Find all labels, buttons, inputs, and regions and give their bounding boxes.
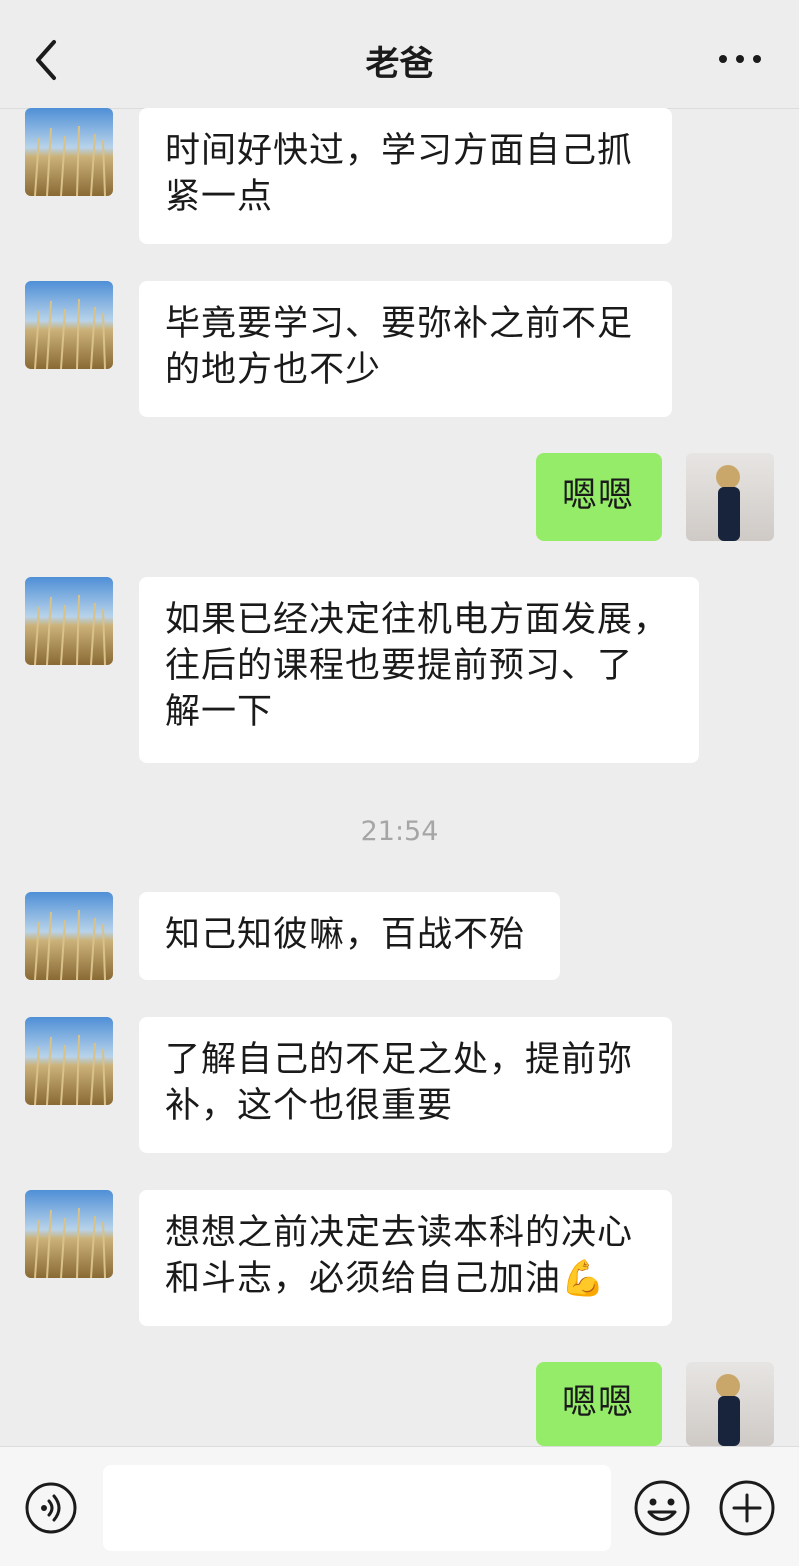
top-bar: 老爸: [0, 0, 799, 109]
avatar-father[interactable]: [25, 577, 113, 665]
more-dots-icon[interactable]: [716, 52, 764, 66]
message-bubble[interactable]: 知己知彼嘛，百战不殆: [139, 892, 560, 980]
message-line: 往后的课程也要提前预习、了: [165, 646, 634, 686]
message-line: 嗯嗯: [562, 1383, 635, 1423]
avatar-me[interactable]: [686, 453, 774, 541]
message-bubble[interactable]: 时间好快过，学习方面自己抓 紧一点: [139, 108, 672, 244]
message-line: 紧一点: [165, 177, 274, 217]
message-line: 嗯嗯: [562, 476, 635, 516]
message-line: 了解自己的不足之处，提前弥: [165, 1040, 634, 1080]
voice-icon[interactable]: [24, 1481, 78, 1535]
plus-icon[interactable]: [718, 1479, 776, 1537]
avatar-father[interactable]: [25, 108, 113, 196]
avatar-father[interactable]: [25, 1190, 113, 1278]
message-bubble-mine[interactable]: 嗯嗯: [536, 1362, 662, 1446]
message-bubble[interactable]: 如果已经决定往机电方面发展， 往后的课程也要提前预习、了 解一下: [139, 577, 699, 763]
timestamp: 21:54: [360, 816, 439, 847]
avatar-father[interactable]: [25, 281, 113, 369]
message-line: 毕竟要学习、要弥补之前不足: [165, 304, 634, 344]
avatar-father[interactable]: [25, 892, 113, 980]
message-line: 和斗志，必须给自己加油💪: [165, 1259, 606, 1299]
message-bubble[interactable]: 毕竟要学习、要弥补之前不足 的地方也不少: [139, 281, 672, 417]
message-line: 如果已经决定往机电方面发展，: [165, 600, 670, 640]
emoji-icon[interactable]: [633, 1479, 691, 1537]
message-line: 的地方也不少: [165, 350, 382, 390]
message-line: 知己知彼嘛，百战不殆: [165, 915, 526, 955]
message-bubble[interactable]: 了解自己的不足之处，提前弥 补，这个也很重要: [139, 1017, 672, 1153]
message-line: 解一下: [165, 692, 274, 732]
message-input[interactable]: [103, 1465, 611, 1551]
chat-title: 老爸: [365, 44, 434, 84]
avatar-me[interactable]: [686, 1362, 774, 1446]
input-bar: [0, 1446, 799, 1566]
message-bubble[interactable]: 想想之前决定去读本科的决心 和斗志，必须给自己加油💪: [139, 1190, 672, 1326]
avatar-father[interactable]: [25, 1017, 113, 1105]
message-line: 想想之前决定去读本科的决心: [165, 1213, 634, 1253]
message-line: 时间好快过，学习方面自己抓: [165, 131, 634, 171]
message-line: 补，这个也很重要: [165, 1086, 454, 1126]
message-bubble-mine[interactable]: 嗯嗯: [536, 453, 662, 541]
